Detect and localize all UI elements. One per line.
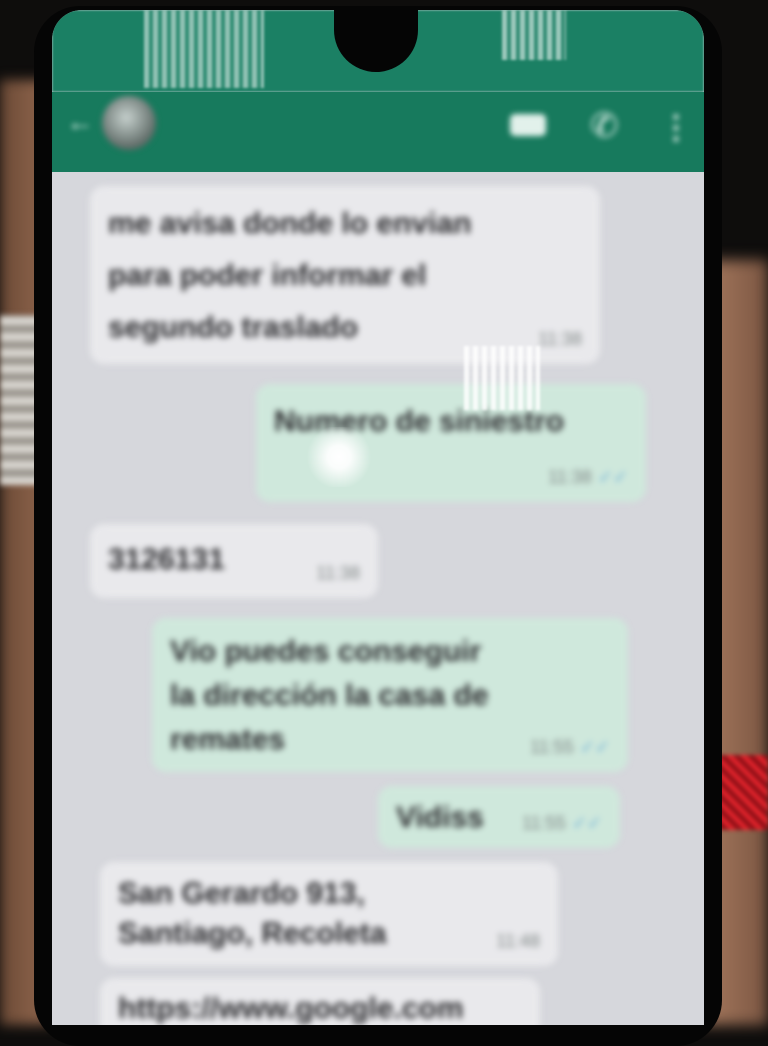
chat-area[interactable]: me avisa donde lo envian para poder info… xyxy=(52,172,704,1025)
message-text: San Gerardo 913, Santiago, Recoleta xyxy=(118,877,387,950)
message-link[interactable]: https://www.google.com xyxy=(118,990,522,1025)
read-tick-icon: ✓✓ xyxy=(579,737,610,757)
message-bubble-incoming[interactable]: San Gerardo 913, Santiago, Recoleta 11:4… xyxy=(100,862,558,966)
read-tick-icon: ✓✓ xyxy=(597,467,628,487)
contact-avatar[interactable] xyxy=(102,96,156,150)
screen-glare xyxy=(304,427,374,487)
message-time: 11:38 xyxy=(316,563,360,583)
message-bubble-outgoing[interactable]: Vio puedes conseguir la dirección la cas… xyxy=(152,618,628,772)
phone-screen: ← ✆ ⋮ me avisa donde lo envian para pode… xyxy=(52,10,704,1025)
chat-header: ← ✆ ⋮ xyxy=(52,92,704,172)
message-time: 11:38 xyxy=(548,467,592,487)
menu-icon[interactable]: ⋮ xyxy=(660,108,692,146)
phone-call-icon[interactable]: ✆ xyxy=(590,106,619,146)
read-tick-icon: ✓✓ xyxy=(571,813,602,833)
message-time: 11:48 xyxy=(496,931,540,951)
back-arrow-icon[interactable]: ← xyxy=(66,108,94,136)
message-bubble-outgoing[interactable]: Vidiss 11:55 ✓✓ xyxy=(378,786,620,848)
message-time: 11:55 xyxy=(522,813,566,833)
message-bubble-incoming[interactable]: https://www.google.com xyxy=(100,978,540,1025)
message-bubble-incoming[interactable]: 3126131 11:38 xyxy=(90,524,378,598)
message-time-status: 11:55 ✓✓ xyxy=(530,737,610,758)
light-reflection-top xyxy=(144,10,264,88)
light-reflection-mid xyxy=(464,346,540,410)
message-bubble-incoming[interactable]: me avisa donde lo envian para poder info… xyxy=(90,186,600,364)
message-time: 11:38 xyxy=(538,329,582,349)
message-time-status: 11:38 ✓✓ xyxy=(548,467,628,488)
message-time: 11:55 xyxy=(530,737,574,757)
message-time-status: 11:55 ✓✓ xyxy=(522,813,602,834)
message-text: me avisa donde lo envian para poder info… xyxy=(108,207,472,344)
video-call-icon[interactable] xyxy=(510,114,546,136)
light-reflection-top-right xyxy=(502,10,566,60)
